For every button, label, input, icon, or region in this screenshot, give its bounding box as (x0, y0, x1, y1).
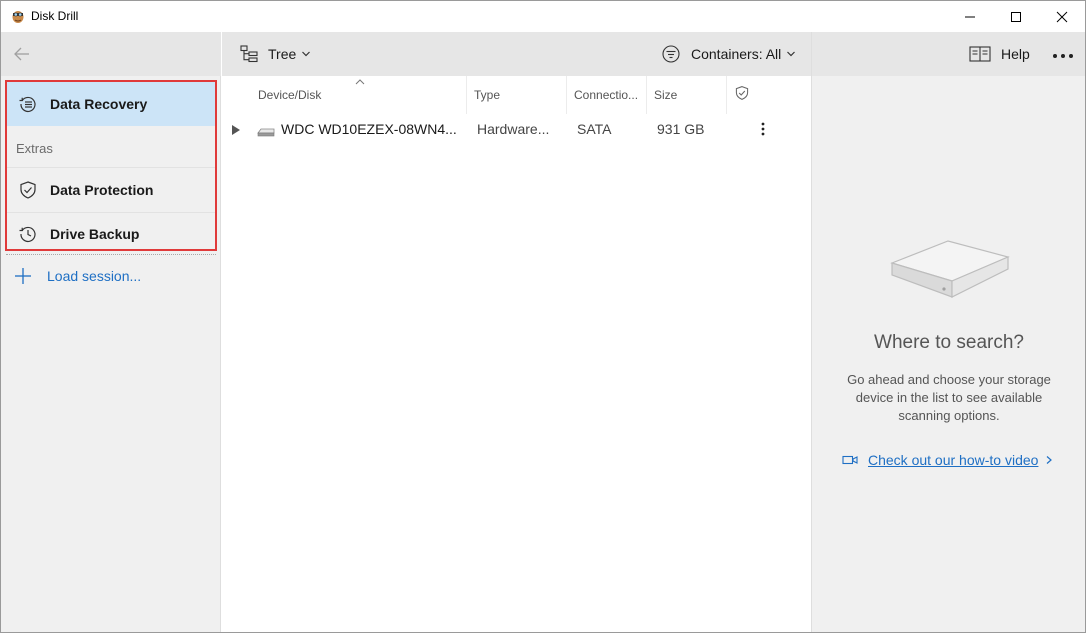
shield-check-icon (735, 86, 749, 100)
more-options-button[interactable] (1052, 46, 1074, 64)
view-mode-label: Tree (268, 46, 297, 62)
help-label: Help (1001, 46, 1030, 62)
load-session-link[interactable]: Load session... (13, 266, 141, 286)
video-camera-icon (842, 455, 858, 465)
empty-state-description: Go ahead and choose your storage device … (847, 372, 1051, 423)
sidebar-toolbar (1, 32, 221, 76)
column-header-size[interactable]: Size (647, 76, 727, 114)
chevron-right-icon (1047, 456, 1053, 464)
containers-filter-label: Containers: All (691, 46, 782, 62)
column-header-device[interactable]: Device/Disk (251, 76, 467, 114)
more-horizontal-icon (1053, 54, 1073, 58)
more-vertical-icon (761, 122, 765, 136)
sidebar-divider (6, 254, 216, 255)
app-logo-icon (10, 8, 26, 24)
window-title: Disk Drill (31, 9, 79, 23)
minimize-icon (965, 16, 975, 17)
extras-heading: Extras (16, 141, 53, 156)
disk-table: Device/Disk Type Connectio... Size WDC W… (222, 76, 811, 632)
back-arrow-icon (14, 47, 29, 61)
main-toolbar: Tree Containers: All (222, 32, 811, 76)
expand-row-button[interactable] (231, 123, 241, 141)
maximize-icon (1011, 11, 1021, 22)
backup-clock-icon (18, 224, 38, 244)
chevron-down-icon (302, 51, 311, 57)
load-session-label: Load session... (47, 268, 142, 284)
sidebar-item-data-protection[interactable]: Data Protection (6, 167, 216, 211)
close-button[interactable] (1039, 1, 1085, 32)
app-window: Disk Drill Data Recovery Extras Data Pro… (0, 0, 1086, 633)
sidebar-item-label: Data Recovery (50, 96, 148, 112)
data-recovery-icon (18, 94, 38, 114)
sidebar-item-data-recovery[interactable]: Data Recovery (6, 82, 216, 126)
maximize-button[interactable] (993, 1, 1039, 32)
plus-icon (15, 268, 31, 284)
sidebar-item-drive-backup[interactable]: Drive Backup (6, 212, 216, 254)
disk-type: Hardware... (477, 121, 550, 137)
shield-icon (18, 180, 38, 200)
column-header-type[interactable]: Type (467, 76, 567, 114)
filter-icon (662, 45, 680, 63)
row-menu-button[interactable] (760, 122, 766, 141)
sidebar-item-label: Data Protection (50, 181, 154, 198)
disk-name: WDC WD10EZEX-08WN4... (281, 121, 457, 137)
containers-filter-dropdown[interactable]: Containers: All (661, 44, 796, 64)
title-bar: Disk Drill (1, 1, 1085, 32)
disk-size: 931 GB (657, 121, 705, 137)
sidebar: Data Recovery Extras Data Protection Dri… (1, 32, 221, 632)
storage-drive-illustration (888, 237, 1012, 306)
tree-view-icon (240, 45, 258, 63)
sidebar-item-label: Drive Backup (50, 225, 140, 242)
table-row[interactable]: WDC WD10EZEX-08WN4... Hardware... SATA 9… (222, 114, 811, 144)
help-button[interactable]: Help (969, 45, 1030, 63)
info-panel: Help Where to search? Go ahead and choos… (811, 32, 1085, 632)
how-to-video-label: Check out our how-to video (868, 452, 1039, 468)
back-button[interactable] (12, 44, 32, 64)
chevron-down-icon (787, 51, 796, 57)
hard-drive-icon (257, 124, 275, 142)
column-header-connection[interactable]: Connectio... (567, 76, 647, 114)
column-header-protection[interactable] (727, 76, 767, 114)
disk-connection: SATA (577, 121, 612, 137)
how-to-video-link[interactable]: Check out our how-to video (842, 452, 1054, 468)
empty-state-title: Where to search? (874, 332, 1024, 353)
expand-triangle-icon (232, 125, 240, 135)
view-mode-dropdown[interactable]: Tree (239, 44, 311, 64)
minimize-button[interactable] (947, 1, 993, 32)
close-icon (1056, 11, 1068, 22)
info-panel-toolbar: Help (812, 32, 1085, 76)
book-icon (969, 46, 991, 62)
